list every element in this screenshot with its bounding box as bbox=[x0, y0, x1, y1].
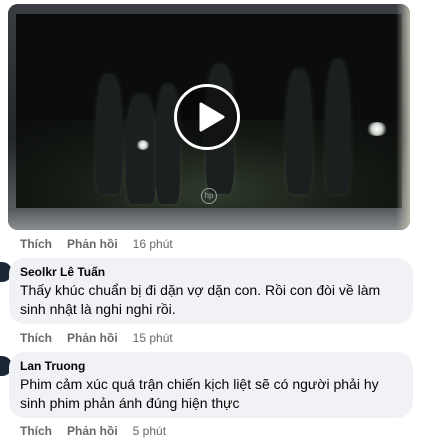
comment-bubble: Seolkr Lê Tuấn Thấy khúc chuẩn bị đi dặn… bbox=[9, 258, 413, 324]
play-icon bbox=[199, 102, 225, 132]
comment-text: Thấy khúc chuẩn bị đi dặn vợ dặn con. Rồ… bbox=[20, 282, 381, 317]
reply-button[interactable]: Phản hồi bbox=[67, 424, 118, 438]
timestamp[interactable]: 5 phút bbox=[133, 424, 166, 438]
comment-bubble: Lan Truong Phim cảm xúc quá trận chiến k… bbox=[9, 352, 413, 418]
like-button[interactable]: Thích bbox=[20, 424, 52, 438]
hp-logo: hp bbox=[201, 188, 217, 204]
comment-author[interactable]: Seolkr Lê Tuấn bbox=[20, 265, 401, 280]
post-actions: Thích Phản hồi 16 phút bbox=[20, 236, 173, 252]
like-button[interactable]: Thích bbox=[20, 237, 52, 251]
timestamp[interactable]: 15 phút bbox=[133, 331, 173, 345]
video-thumbnail[interactable]: hp bbox=[8, 4, 410, 230]
comment-text: Phim cảm xúc quá trận chiến kịch liệt sẽ… bbox=[20, 376, 379, 411]
like-button[interactable]: Thích bbox=[20, 331, 52, 345]
reply-button[interactable]: Phản hồi bbox=[67, 331, 118, 345]
timestamp[interactable]: 16 phút bbox=[133, 237, 173, 251]
play-button[interactable] bbox=[174, 84, 240, 150]
comment-author[interactable]: Lan Truong bbox=[20, 359, 401, 374]
comment-actions: Thích Phản hồi 15 phút bbox=[20, 330, 173, 346]
reply-button[interactable]: Phản hồi bbox=[67, 237, 118, 251]
comment-actions: Thích Phản hồi 5 phút bbox=[20, 423, 166, 439]
